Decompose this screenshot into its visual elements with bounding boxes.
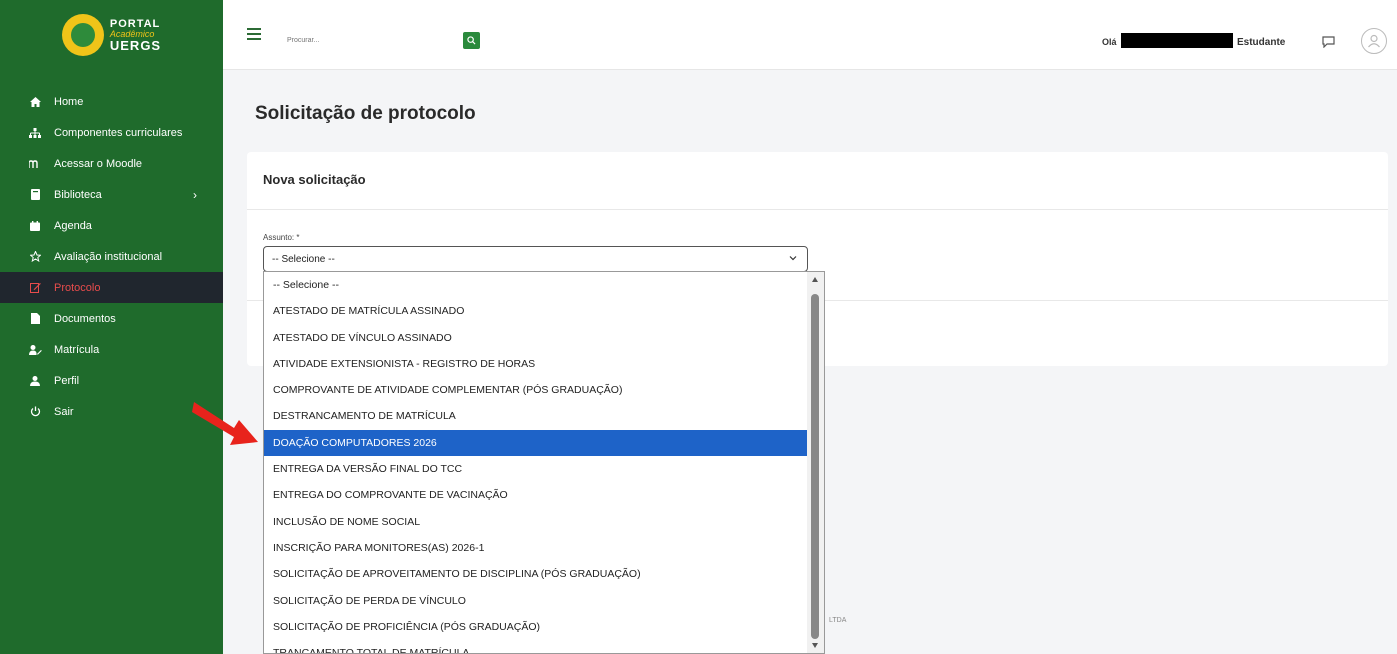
dropdown-option[interactable]: COMPROVANTE DE ATIVIDADE COMPLEMENTAR (P… [264,377,809,403]
sidebar-item-label: Protocolo [54,281,101,294]
dropdown-option-highlighted[interactable]: DOAÇÃO COMPUTADORES 2026 [264,429,809,457]
power-icon [28,405,42,419]
footer-text: LTDA [829,617,847,624]
sidebar-item-label: Avaliação institucional [54,250,163,263]
book-icon [28,188,42,202]
sidebar-item-avaliacao[interactable]: Avaliação institucional [0,241,223,272]
dropdown-option[interactable]: SOLICITAÇÃO DE APROVEITAMENTO DE DISCIPL… [264,561,809,587]
sidebar-item-documentos[interactable]: Documentos [0,303,223,334]
dropdown-option[interactable]: TRANCAMENTO TOTAL DE MATRÍCULA [264,640,809,653]
redacted-username [1121,33,1233,48]
dropdown-option[interactable]: SOLICITAÇÃO DE PERDA DE VÍNCULO [264,588,809,614]
sidebar-item-moodle[interactable]: Acessar o Moodle [0,148,223,179]
uergs-logo-icon [61,14,104,56]
card-header: Nova solicitação [247,152,1388,210]
select-value: -- Selecione -- [272,254,335,265]
moodle-icon [28,157,42,171]
document-icon [28,312,42,326]
star-icon [28,250,42,264]
dropdown-option[interactable]: ENTREGA DO COMPROVANTE DE VACINAÇÃO [264,482,809,508]
user-icon [28,374,42,388]
dropdown-option[interactable]: INSCRIÇÃO PARA MONITORES(AS) 2026-1 [264,535,809,561]
edit-icon [28,281,42,295]
dropdown-scrollbar[interactable] [807,272,824,653]
dropdown-option[interactable]: INCLUSÃO DE NOME SOCIAL [264,509,809,535]
dropdown-option[interactable]: ATESTADO DE MATRÍCULA ASSINADO [264,298,809,324]
sidebar-item-label: Componentes curriculares [54,126,183,139]
sidebar-item-label: Home [54,95,84,108]
calendar-icon [28,219,42,233]
home-icon [28,95,42,109]
assunto-label: Assunto: * [263,233,300,242]
sidebar-item-label: Matrícula [54,343,100,356]
user-edit-icon [28,343,42,357]
page-title: Solicitação de protocolo [255,103,476,124]
hamburger-menu-icon[interactable] [247,28,261,40]
logo-portal-text: PORTAL [109,17,161,30]
greeting-text: Olá [1102,37,1117,47]
dropdown-option[interactable]: DESTRANCAMENTO DE MATRÍCULA [264,403,809,429]
sidebar-nav: Home Componentes curriculares Acessar o … [0,86,223,427]
portal-logo[interactable]: PORTAL Acadêmico UERGS [0,0,223,70]
sidebar-item-label: Sair [54,405,74,418]
topbar: Olá Estudante [223,0,1397,70]
chevron-down-icon [789,256,797,261]
sidebar-item-protocolo[interactable]: Protocolo [0,272,223,303]
search-icon [467,36,476,45]
scroll-up-arrow-icon[interactable] [812,277,818,282]
scroll-down-arrow-icon[interactable] [812,643,818,648]
sidebar-item-matricula[interactable]: Matrícula [0,334,223,365]
sidebar-item-agenda[interactable]: Agenda [0,210,223,241]
assunto-dropdown-list[interactable]: -- Selecione -- ATESTADO DE MATRÍCULA AS… [263,271,825,654]
sidebar: PORTAL Acadêmico UERGS Home Componentes … [0,0,223,654]
sidebar-item-componentes[interactable]: Componentes curriculares [0,117,223,148]
chevron-right-icon: › [193,187,197,202]
dropdown-option[interactable]: -- Selecione -- [264,272,809,298]
search-button[interactable] [463,32,480,49]
red-arrow-annotation-icon [192,402,258,445]
sidebar-item-label: Perfil [54,374,80,387]
dropdown-option[interactable]: SOLICITAÇÃO DE PROFICIÊNCIA (PÓS GRADUAÇ… [264,614,809,640]
search-input[interactable] [287,30,447,50]
sidebar-item-home[interactable]: Home [0,86,223,117]
sidebar-item-label: Acessar o Moodle [54,157,143,170]
sidebar-item-label: Agenda [54,219,92,232]
sidebar-item-label: Biblioteca [54,188,102,201]
sidebar-item-perfil[interactable]: Perfil [0,365,223,396]
logo-uergs-text: UERGS [109,37,162,53]
dropdown-option[interactable]: ENTREGA DA VERSÃO FINAL DO TCC [264,456,809,482]
scroll-thumb[interactable] [811,294,819,639]
assunto-select[interactable]: -- Selecione -- [263,246,808,272]
user-avatar-icon[interactable] [1361,28,1387,54]
chat-icon[interactable] [1322,36,1335,48]
sitemap-icon [28,126,42,140]
dropdown-option[interactable]: ATESTADO DE VÍNCULO ASSINADO [264,325,809,351]
dropdown-option[interactable]: ATIVIDADE EXTENSIONISTA - REGISTRO DE HO… [264,351,809,377]
sidebar-item-label: Documentos [54,312,116,325]
sidebar-item-biblioteca[interactable]: Biblioteca › [0,179,223,210]
user-role: Estudante [1237,37,1286,48]
card-title: Nova solicitação [263,172,366,187]
